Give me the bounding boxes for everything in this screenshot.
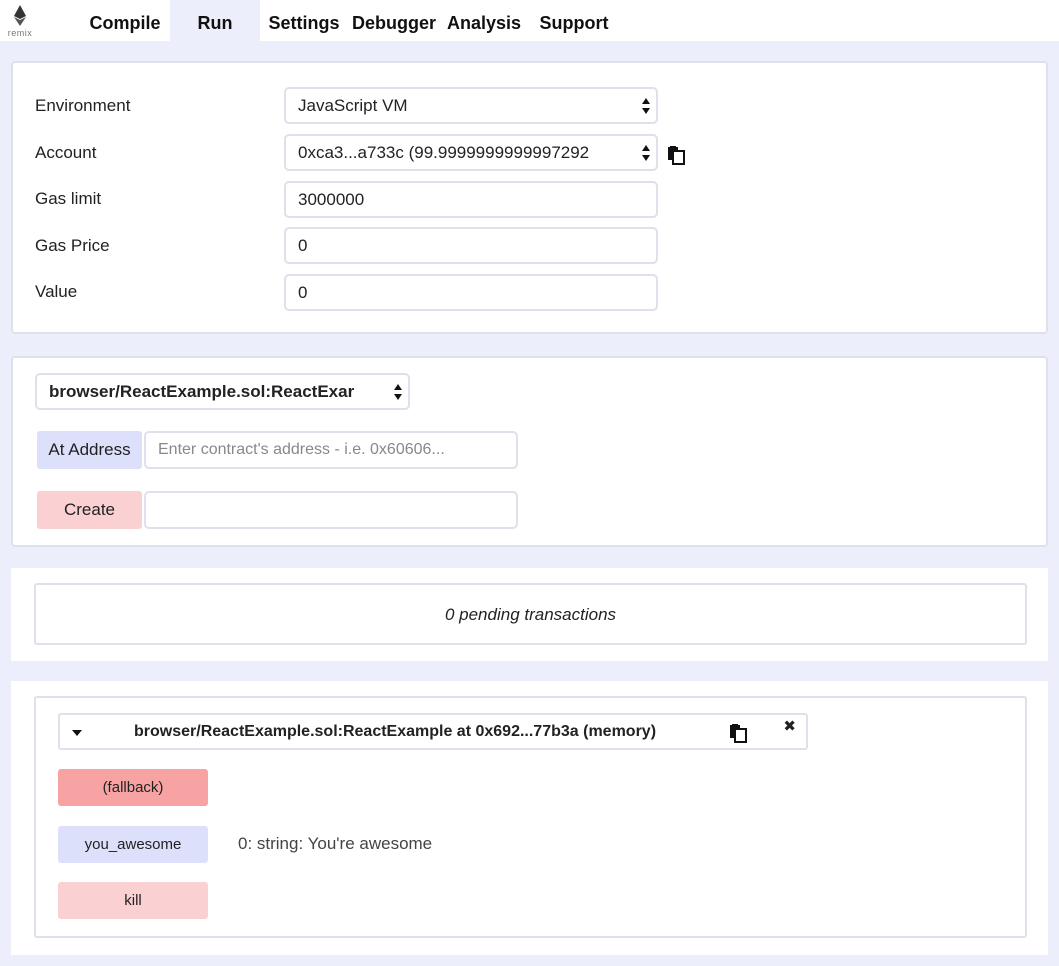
gas-limit-label: Gas limit xyxy=(35,189,102,208)
at-address-button[interactable]: At Address xyxy=(37,431,142,469)
instance-header[interactable]: browser/ReactExample.sol:ReactExample at… xyxy=(58,713,808,750)
account-select[interactable]: 0xca3...a733c (99.9999999999997292 xyxy=(284,134,658,171)
clipboard-icon[interactable] xyxy=(728,723,748,743)
contract-address-input[interactable] xyxy=(144,431,518,469)
close-icon[interactable]: ✖ xyxy=(783,717,796,737)
account-label: Account xyxy=(35,143,97,162)
gas-price-input[interactable]: 0 xyxy=(284,227,658,264)
value-input[interactable]: 0 xyxy=(284,274,658,311)
caret-down-icon[interactable] xyxy=(72,730,82,736)
tab-settings[interactable]: Settings xyxy=(260,0,348,41)
gas-limit-input[interactable]: 3000000 xyxy=(284,181,658,218)
tab-run[interactable]: Run xyxy=(170,0,260,41)
top-nav: remix Compile Run Settings Debugger Anal… xyxy=(0,0,1059,41)
pending-transactions: 0 pending transactions xyxy=(34,583,1027,645)
tab-support[interactable]: Support xyxy=(530,0,618,41)
environment-label: Environment xyxy=(35,96,131,115)
instance-title: browser/ReactExample.sol:ReactExample at… xyxy=(134,723,657,740)
gas-price-label: Gas Price xyxy=(35,236,110,255)
select-arrows-icon xyxy=(642,98,650,114)
kill-button[interactable]: kill xyxy=(58,882,208,919)
select-arrows-icon xyxy=(393,383,403,401)
tab-compile[interactable]: Compile xyxy=(80,0,170,41)
remix-logo[interactable]: remix xyxy=(4,4,36,38)
you-awesome-result: 0: string: You're awesome xyxy=(238,834,433,853)
fallback-button[interactable]: (fallback) xyxy=(58,769,208,806)
tab-analysis[interactable]: Analysis xyxy=(440,0,528,41)
logo-text: remix xyxy=(7,28,33,38)
clipboard-icon[interactable] xyxy=(666,145,686,165)
environment-value: JavaScript VM xyxy=(298,96,408,115)
value-label: Value xyxy=(35,282,78,301)
create-button[interactable]: Create xyxy=(37,491,142,529)
tab-debugger[interactable]: Debugger xyxy=(348,0,440,41)
create-args-input[interactable] xyxy=(144,491,518,529)
select-arrows-icon xyxy=(641,144,651,162)
contract-select[interactable]: browser/ReactExample.sol:ReactExar xyxy=(35,373,410,410)
you-awesome-button[interactable]: you_awesome xyxy=(58,826,208,863)
contract-select-value: browser/ReactExample.sol:ReactExar xyxy=(49,382,355,401)
account-value: 0xca3...a733c (99.9999999999997292 xyxy=(298,143,590,162)
environment-select[interactable]: JavaScript VM xyxy=(284,87,658,124)
ethereum-icon xyxy=(14,5,26,26)
